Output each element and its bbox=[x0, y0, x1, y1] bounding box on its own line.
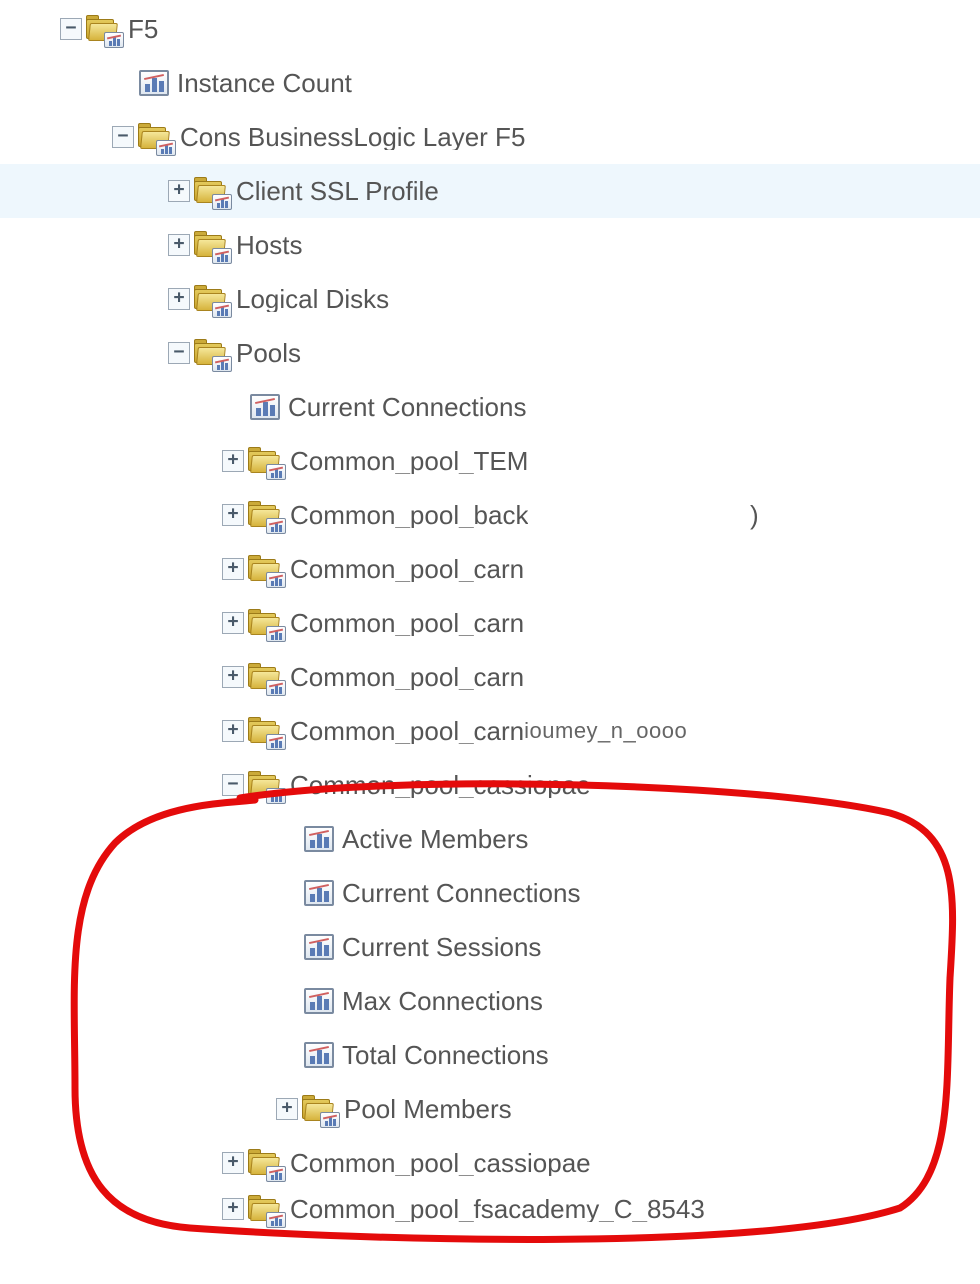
chart-item-icon bbox=[304, 826, 334, 852]
folder-chart-icon bbox=[248, 501, 282, 529]
tree-label: Current Connections bbox=[342, 880, 580, 906]
tree-node-logical-disks[interactable]: Logical Disks bbox=[0, 272, 980, 326]
chart-item-icon bbox=[304, 934, 334, 960]
tree-label: F5 bbox=[128, 16, 158, 42]
tree-node-cons-bl-layer[interactable]: Cons BusinessLogic Layer F5 bbox=[0, 110, 980, 164]
expand-toggle-icon[interactable] bbox=[222, 558, 244, 580]
tree-label: Common_pool_carn bbox=[290, 718, 524, 744]
tree-node-total-connections[interactable]: Total Connections bbox=[0, 1028, 980, 1082]
folder-chart-icon bbox=[86, 15, 120, 43]
tree-label: Common_pool_carn bbox=[290, 664, 524, 690]
tree-label: Common_pool_TEM bbox=[290, 448, 528, 474]
tree-node-pool-carn-2[interactable]: Common_pool_carn bbox=[0, 596, 980, 650]
tree-label: Cons BusinessLogic Layer F5 bbox=[180, 124, 525, 150]
tree-label: Common_pool_cassiopae bbox=[290, 1150, 591, 1176]
expand-toggle-icon[interactable] bbox=[112, 126, 134, 148]
tree-node-pool-carn-1[interactable]: Common_pool_carn bbox=[0, 542, 980, 596]
tree-node-pool-back[interactable]: Common_pool_back ) bbox=[0, 488, 980, 542]
tree-label: Common_pool_fsacademy_C_8543 bbox=[290, 1196, 705, 1222]
chart-item-icon bbox=[139, 70, 169, 96]
tree-node-current-sessions[interactable]: Current Sessions bbox=[0, 920, 980, 974]
folder-chart-icon bbox=[248, 663, 282, 691]
expand-toggle-icon[interactable] bbox=[276, 1098, 298, 1120]
tree-node-pool-cassiopae-2[interactable]: Common_pool_cassiopae bbox=[0, 1136, 980, 1190]
tree-node-pools[interactable]: Pools bbox=[0, 326, 980, 380]
tree-node-active-members[interactable]: Active Members bbox=[0, 812, 980, 866]
folder-chart-icon bbox=[248, 717, 282, 745]
tree-label: Common_pool_carn bbox=[290, 556, 524, 582]
folder-chart-icon bbox=[248, 771, 282, 799]
tree-node-instance-count[interactable]: Instance Count bbox=[0, 56, 980, 110]
tree-node-pool-cassiopae[interactable]: Common_pool_cassiopae bbox=[0, 758, 980, 812]
tree-node-pool-carn-4[interactable]: Common_pool_carn ioumey_n_oooo bbox=[0, 704, 980, 758]
tree-node-f5[interactable]: F5 bbox=[0, 2, 980, 56]
trailing-text: ) bbox=[750, 502, 759, 528]
folder-chart-icon bbox=[194, 177, 228, 205]
folder-chart-icon bbox=[248, 1195, 282, 1223]
tree-label: Max Connections bbox=[342, 988, 543, 1014]
expand-toggle-icon[interactable] bbox=[168, 342, 190, 364]
expand-toggle-icon[interactable] bbox=[222, 1198, 244, 1220]
expand-toggle-icon[interactable] bbox=[222, 774, 244, 796]
folder-chart-icon bbox=[194, 339, 228, 367]
tree-node-pool-fsacademy[interactable]: Common_pool_fsacademy_C_8543 bbox=[0, 1190, 980, 1228]
folder-chart-icon bbox=[248, 555, 282, 583]
tree-label: Current Connections bbox=[288, 394, 526, 420]
folder-chart-icon bbox=[194, 285, 228, 313]
tree-label: Pool Members bbox=[344, 1096, 512, 1122]
tree-label: Common_pool_back bbox=[290, 502, 528, 528]
expand-toggle-icon[interactable] bbox=[222, 666, 244, 688]
chart-item-icon bbox=[304, 1042, 334, 1068]
folder-chart-icon bbox=[138, 123, 172, 151]
tree-label: Common_pool_cassiopae bbox=[290, 772, 591, 798]
folder-chart-icon bbox=[248, 1149, 282, 1177]
expand-toggle-icon[interactable] bbox=[222, 504, 244, 526]
tree-label: Client SSL Profile bbox=[236, 178, 439, 204]
tree-label: Common_pool_carn bbox=[290, 610, 524, 636]
tree-node-max-connections[interactable]: Max Connections bbox=[0, 974, 980, 1028]
tree-label: Total Connections bbox=[342, 1042, 549, 1068]
tree-view: F5 Instance Count Cons BusinessLogic Lay… bbox=[0, 0, 980, 1228]
expand-toggle-icon[interactable] bbox=[168, 180, 190, 202]
chart-item-icon bbox=[250, 394, 280, 420]
tree-label: Current Sessions bbox=[342, 934, 541, 960]
expand-toggle-icon[interactable] bbox=[222, 1152, 244, 1174]
tree-node-current-connections[interactable]: Current Connections bbox=[0, 866, 980, 920]
tree-label: Pools bbox=[236, 340, 301, 366]
tree-label: Active Members bbox=[342, 826, 528, 852]
tree-label: Hosts bbox=[236, 232, 302, 258]
bottom-fade bbox=[0, 1254, 980, 1284]
trailing-text: ioumey_n_oooo bbox=[524, 720, 687, 742]
expand-toggle-icon[interactable] bbox=[168, 234, 190, 256]
expand-toggle-icon[interactable] bbox=[168, 288, 190, 310]
chart-item-icon bbox=[304, 880, 334, 906]
tree-node-current-connections-pools[interactable]: Current Connections bbox=[0, 380, 980, 434]
tree-node-pool-members[interactable]: Pool Members bbox=[0, 1082, 980, 1136]
tree-label: Instance Count bbox=[177, 70, 352, 96]
chart-item-icon bbox=[304, 988, 334, 1014]
folder-chart-icon bbox=[302, 1095, 336, 1123]
expand-toggle-icon[interactable] bbox=[222, 612, 244, 634]
expand-toggle-icon[interactable] bbox=[60, 18, 82, 40]
tree-node-pool-carn-3[interactable]: Common_pool_carn bbox=[0, 650, 980, 704]
tree-node-hosts[interactable]: Hosts bbox=[0, 218, 980, 272]
expand-toggle-icon[interactable] bbox=[222, 720, 244, 742]
tree-label: Logical Disks bbox=[236, 286, 389, 312]
tree-node-client-ssl-profile[interactable]: Client SSL Profile bbox=[0, 164, 980, 218]
expand-toggle-icon[interactable] bbox=[222, 450, 244, 472]
tree-node-pool-tem[interactable]: Common_pool_TEM bbox=[0, 434, 980, 488]
folder-chart-icon bbox=[248, 447, 282, 475]
folder-chart-icon bbox=[248, 609, 282, 637]
folder-chart-icon bbox=[194, 231, 228, 259]
